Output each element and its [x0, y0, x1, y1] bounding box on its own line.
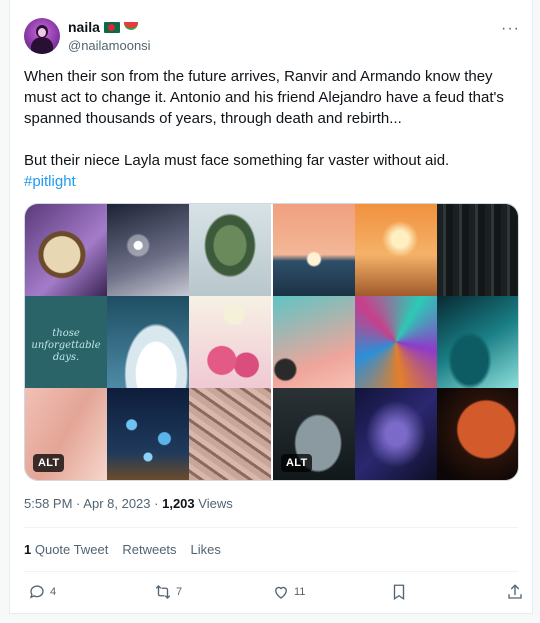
clock-tile — [25, 204, 107, 296]
tweet-card: naila @nailamoonsi ··· When their son fr… — [9, 0, 533, 614]
alt-badge[interactable]: ALT — [281, 454, 313, 472]
crystals-tile — [355, 296, 437, 388]
tweet-meta: 5:58 PM · Apr 8, 2023 · 1,203 Views — [24, 496, 233, 511]
reply-icon — [29, 585, 44, 599]
butterflies-tile — [107, 388, 189, 480]
media-grid: those unforgettable days. ALT ALT — [24, 203, 519, 481]
reply-button[interactable]: 4 — [28, 583, 56, 601]
retweets-link[interactable]: Retweets — [122, 542, 176, 557]
sea-sunset-tile — [273, 204, 355, 296]
divider — [24, 527, 518, 528]
quote-tweets-link[interactable]: 1 Quote Tweet — [24, 542, 108, 557]
name-row: naila — [68, 19, 138, 35]
tweet-paragraph-2: But their niece Layla must face somethin… — [24, 152, 450, 169]
engagement-stats: 1 Quote Tweet Retweets Likes — [24, 542, 221, 557]
user-handle[interactable]: @nailamoonsi — [68, 38, 151, 53]
tweet-body: When their son from the future arrives, … — [24, 66, 520, 192]
hashtag-link[interactable]: #pitlight — [24, 173, 76, 190]
retweet-count: 7 — [176, 586, 183, 598]
avatar[interactable] — [24, 18, 60, 54]
paper-plane-tile — [273, 296, 355, 388]
share-icon — [508, 584, 522, 599]
wave-tile — [437, 296, 518, 388]
like-button[interactable]: 11 — [272, 583, 305, 601]
meta-separator: · — [76, 496, 81, 511]
beach-figure-tile — [355, 204, 437, 296]
quote-tile-text: those unforgettable days. — [31, 328, 101, 363]
tweet-header: naila @nailamoonsi ··· — [24, 16, 520, 58]
divider — [24, 571, 518, 572]
bangladesh-flag-icon — [103, 21, 120, 33]
views-label: Views — [198, 496, 233, 511]
retweet-button[interactable]: 7 — [154, 583, 182, 601]
dark-forest-tile — [437, 204, 518, 296]
retweet-icon — [155, 585, 171, 599]
share-button[interactable] — [506, 583, 528, 601]
clouds-tile — [107, 296, 189, 388]
meta-separator: · — [154, 496, 159, 511]
tweet-paragraph-1: When their son from the future arrives, … — [24, 68, 504, 127]
action-bar: 4 7 11 — [24, 583, 522, 605]
pink-dress-tile: ALT — [25, 388, 107, 480]
arch-lake-tile: ALT — [273, 388, 355, 480]
moon-clouds-tile — [107, 204, 189, 296]
bookmark-button[interactable] — [390, 583, 412, 601]
heart-icon — [275, 586, 287, 599]
tulips-tile — [189, 296, 271, 388]
quote-tile: those unforgettable days. — [25, 296, 107, 388]
quote-tweet-label: Quote Tweet — [34, 542, 109, 557]
red-moon-tile — [437, 388, 518, 480]
more-options-icon[interactable]: ··· — [501, 20, 520, 38]
floating-island-tile — [189, 204, 271, 296]
like-count: 11 — [294, 586, 306, 598]
tweet-date[interactable]: Apr 8, 2023 — [83, 496, 150, 511]
bookmark-icon — [393, 584, 405, 601]
quote-tweet-count: 1 — [24, 542, 32, 557]
media-image-left[interactable]: those unforgettable days. ALT — [25, 204, 271, 480]
watermelon-icon — [123, 22, 138, 30]
tweet-time[interactable]: 5:58 PM — [24, 496, 72, 511]
reply-count: 4 — [50, 586, 57, 598]
likes-link[interactable]: Likes — [191, 542, 221, 557]
media-image-right[interactable]: ALT — [273, 204, 518, 480]
display-name[interactable]: naila — [68, 19, 100, 35]
views-count: 1,203 — [162, 496, 195, 511]
milky-way-tile — [355, 388, 437, 480]
shadow-leaves-tile — [189, 388, 271, 480]
alt-badge[interactable]: ALT — [33, 454, 65, 472]
